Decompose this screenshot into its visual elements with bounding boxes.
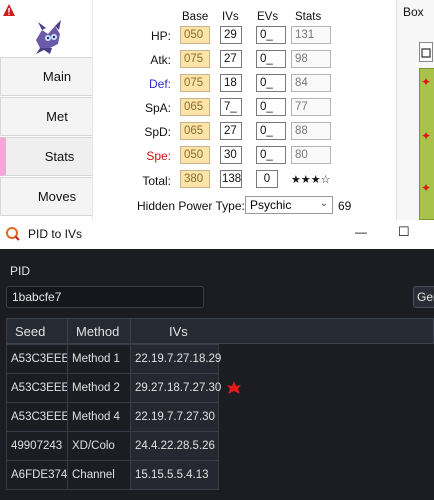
stat-value: 77 (291, 98, 331, 116)
method-cell: XD/Colo (67, 431, 131, 461)
box-icon (421, 48, 431, 58)
iv-input[interactable]: 27 (220, 50, 242, 68)
sparkle-icon: ✦ (421, 129, 432, 143)
column-header-method[interactable]: Method (67, 318, 131, 344)
ev-input[interactable]: 0_ (256, 26, 286, 44)
iv-input[interactable]: 29 (220, 26, 242, 44)
box-slot-preview[interactable]: ✦ ✦ ✦ (419, 68, 434, 220)
column-header-ivs[interactable]: IVs (130, 318, 434, 344)
ivs-cell: 29.27.18.7.27.30 (130, 373, 221, 403)
column-header-seed[interactable]: Seed (6, 318, 68, 344)
ev-input[interactable]: 0_ (256, 98, 286, 116)
pkhex-editor: Main Met Stats Moves Base IVs EVs Stats … (0, 0, 434, 220)
iv-input[interactable]: 18 (220, 74, 242, 92)
total-base: 380 (180, 170, 210, 188)
hidden-power-value: 69 (338, 199, 352, 213)
seed-cell: A53C3EEE (6, 402, 69, 432)
box-panel: Box ✦ ✦ ✦ (396, 0, 434, 220)
potential-stars: ★★★☆ (291, 174, 331, 186)
method-cell: Method 1 (67, 344, 131, 374)
total-evs: 0 (256, 170, 278, 188)
iv-input[interactable]: 7_ (220, 98, 242, 116)
total-ivs: 138 (220, 170, 242, 188)
base-value: 075 (180, 74, 210, 92)
stat-value: 84 (291, 74, 331, 92)
title-bar[interactable]: PID to IVs — ☐ (0, 220, 434, 250)
chevron-down-icon: ⌄ (319, 198, 328, 209)
ev-input[interactable]: 0_ (256, 146, 286, 164)
ivs-header: IVs (222, 11, 239, 23)
warning-icon[interactable] (2, 3, 16, 17)
stats-panel: Base IVs EVs Stats HP: 050 29 0_ 131 Atk… (92, 0, 397, 220)
ivs-cell: 15.15.5.5.4.13 (130, 460, 219, 490)
seed-cell: 49907243 (6, 431, 68, 461)
stat-value: 88 (291, 122, 331, 140)
box-nav-button[interactable] (419, 42, 433, 62)
pid-label: PID (10, 264, 31, 278)
stat-label: SpD: (144, 125, 171, 139)
stats-header: Stats (295, 11, 322, 23)
minimize-button[interactable]: — (355, 225, 367, 239)
base-value: 065 (180, 122, 210, 140)
evs-header: EVs (257, 11, 279, 23)
search-icon (6, 227, 20, 241)
hidden-power-select[interactable]: Psychic ⌄ (245, 196, 333, 214)
ev-input[interactable]: 0_ (256, 50, 286, 68)
match-marker-icon (227, 381, 241, 394)
generate-button[interactable]: Gen (413, 286, 434, 308)
stat-value: 131 (291, 26, 331, 44)
method-cell: Method 2 (67, 373, 131, 403)
ivs-cell: 22.19.7.27.18.29 (130, 344, 221, 374)
pid-input[interactable]: 1babcfe7 (6, 286, 204, 308)
base-value: 050 (180, 26, 210, 44)
seed-cell: A53C3EEE (6, 344, 69, 374)
base-value: 075 (180, 50, 210, 68)
stat-label: Spe: (146, 149, 171, 163)
base-header: Base (182, 11, 209, 23)
base-value: 065 (180, 98, 210, 116)
ev-input[interactable]: 0_ (256, 74, 286, 92)
stat-value: 80 (291, 146, 331, 164)
sparkle-icon: ✦ (421, 75, 432, 89)
method-cell: Channel (67, 460, 131, 490)
hidden-power-label: Hidden Power Type: (137, 199, 245, 213)
window-title: PID to IVs (28, 227, 83, 241)
ivs-cell: 22.19.7.7.27.30 (130, 402, 219, 432)
iv-input[interactable]: 27 (220, 122, 242, 140)
stat-label: SpA: (144, 101, 171, 115)
total-label: Total: (142, 174, 171, 188)
pid-to-ivs-window: PID to IVs — ☐ PID 1babcfe7 Gen Seed Met… (0, 220, 434, 500)
sparkle-icon: ✦ (421, 181, 432, 195)
base-value: 050 (180, 146, 210, 164)
method-cell: Method 4 (67, 402, 131, 432)
window-content: PID 1babcfe7 Gen Seed Method IVs A53C3EE… (0, 249, 434, 500)
stat-label: HP: (150, 29, 171, 43)
maximize-button[interactable]: ☐ (398, 224, 410, 240)
seed-cell: A53C3EEE (6, 373, 69, 403)
seed-cell: A6FDE374 (6, 460, 68, 490)
stat-value: 98 (291, 50, 331, 68)
box-label: Box (403, 5, 424, 19)
ivs-cell: 24.4.22.28.5.26 (130, 431, 219, 461)
ev-input[interactable]: 0_ (256, 122, 286, 140)
stat-label: Def: (148, 77, 171, 91)
stat-label: Atk: (150, 53, 171, 67)
pokemon-sprite (36, 20, 61, 54)
iv-input[interactable]: 30 (220, 146, 242, 164)
results-table: Seed Method IVs A53C3EEE Method 1 22.19.… (6, 318, 434, 500)
